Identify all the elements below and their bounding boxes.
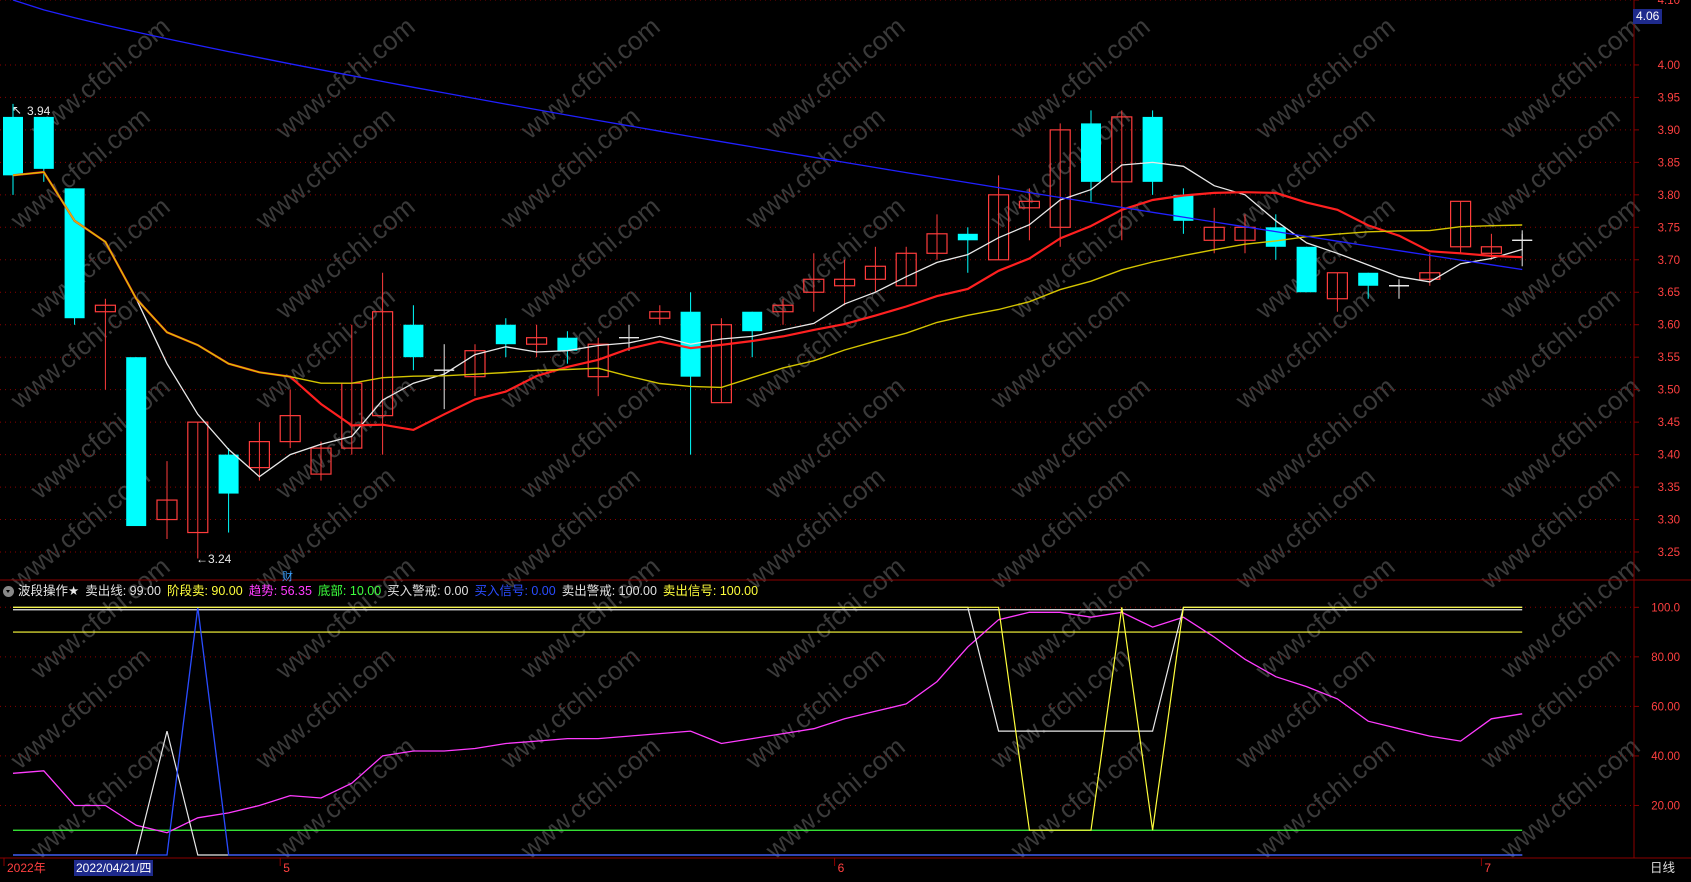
price-tick-label: 3.55	[1658, 352, 1680, 364]
price-tick-label: 3.95	[1658, 92, 1680, 104]
price-tick-label: 3.45	[1658, 417, 1680, 429]
current-price-box: 4.06	[1633, 9, 1663, 24]
time-axis-label: 7	[1484, 861, 1491, 875]
price-tick-label: 3.30	[1658, 515, 1680, 527]
high-arrow: ↖	[12, 103, 22, 117]
candle-down	[403, 324, 424, 358]
price-tick-label: 3.80	[1658, 190, 1680, 202]
price-tick-label: 3.35	[1658, 482, 1680, 494]
indicator-tick-label: 60.00	[1651, 701, 1680, 713]
indicator-tick-label: 20.00	[1651, 800, 1680, 812]
watermark-layer: www.cfchi.com www.cfchi.com www.cfchi.com w…	[4, 11, 1646, 865]
time-axis-label: 5	[283, 861, 290, 875]
candle-down	[557, 337, 578, 351]
indicator-item: 卖出信号: 100.00	[662, 584, 759, 598]
price-tick-label: 3.50	[1658, 385, 1680, 397]
indicator-item: 卖出警戒: 100.00	[561, 584, 657, 598]
indicator-item: 卖出线: 99.00	[85, 584, 161, 598]
indicator-name[interactable]: 波段操作★	[18, 582, 79, 600]
candle-down	[495, 324, 516, 345]
price-tick-label: 3.90	[1658, 125, 1680, 137]
indicator-item: 阶段卖: 90.00	[166, 584, 243, 598]
candle-down	[218, 454, 239, 494]
indicator-tick-label: 80.00	[1651, 652, 1680, 664]
candle-down	[957, 233, 978, 241]
indicator-item: 买入信号: 0.00	[474, 584, 556, 598]
candle-down	[3, 116, 23, 176]
stock-chart-stage: www.cfchi.com www.cfchi.com www.cfchi.com w…	[0, 0, 1691, 877]
indicator-tick-label: 100.0	[1651, 602, 1680, 614]
candle-down	[1142, 116, 1163, 182]
indicator-menu-icon[interactable]	[3, 585, 14, 597]
ma-long-line	[12, 0, 1523, 271]
price-tick-label: 4.10	[1658, 0, 1680, 7]
time-axis-label: 6	[838, 861, 845, 875]
cursor-date-box: 2022/04/21/四	[74, 860, 154, 876]
indicator-item: 趋势: 56.35	[248, 584, 312, 598]
candle-down	[126, 357, 147, 527]
period-tab-daily[interactable]: 日线	[1634, 860, 1691, 877]
indicator-item: 买入警戒: 0.00	[387, 584, 469, 598]
price-tick-label: 3.70	[1658, 255, 1680, 267]
candle-down	[1358, 272, 1379, 286]
price-tick-label: 3.25	[1658, 547, 1680, 559]
high-price-label: 3.94	[27, 104, 51, 118]
candle-down	[33, 116, 54, 169]
price-tick-label: 3.65	[1658, 287, 1680, 299]
price-tick-label: 3.60	[1658, 320, 1680, 332]
candle-down	[1081, 123, 1101, 182]
candle-down	[1296, 246, 1317, 293]
price-tick-label: 3.75	[1658, 222, 1680, 234]
low-price-label: ←3.24	[196, 552, 232, 566]
candle-down	[742, 311, 763, 332]
indicator-header: 波段操作★ 卖出线: 99.00 阶段卖: 90.00 趋势: 56.35 底部…	[0, 582, 1634, 600]
time-axis-label: 2022年	[7, 861, 46, 875]
price-tick-label: 4.00	[1658, 60, 1680, 72]
price-tick-label: 3.85	[1658, 157, 1680, 169]
indicator-item: 底部: 10.00	[317, 584, 382, 598]
price-tick-label: 3.40	[1658, 450, 1680, 462]
indicator-tick-label: 40.00	[1651, 751, 1680, 763]
chart-svg: www.cfchi.com www.cfchi.com www.cfchi.com w…	[0, 0, 1691, 875]
